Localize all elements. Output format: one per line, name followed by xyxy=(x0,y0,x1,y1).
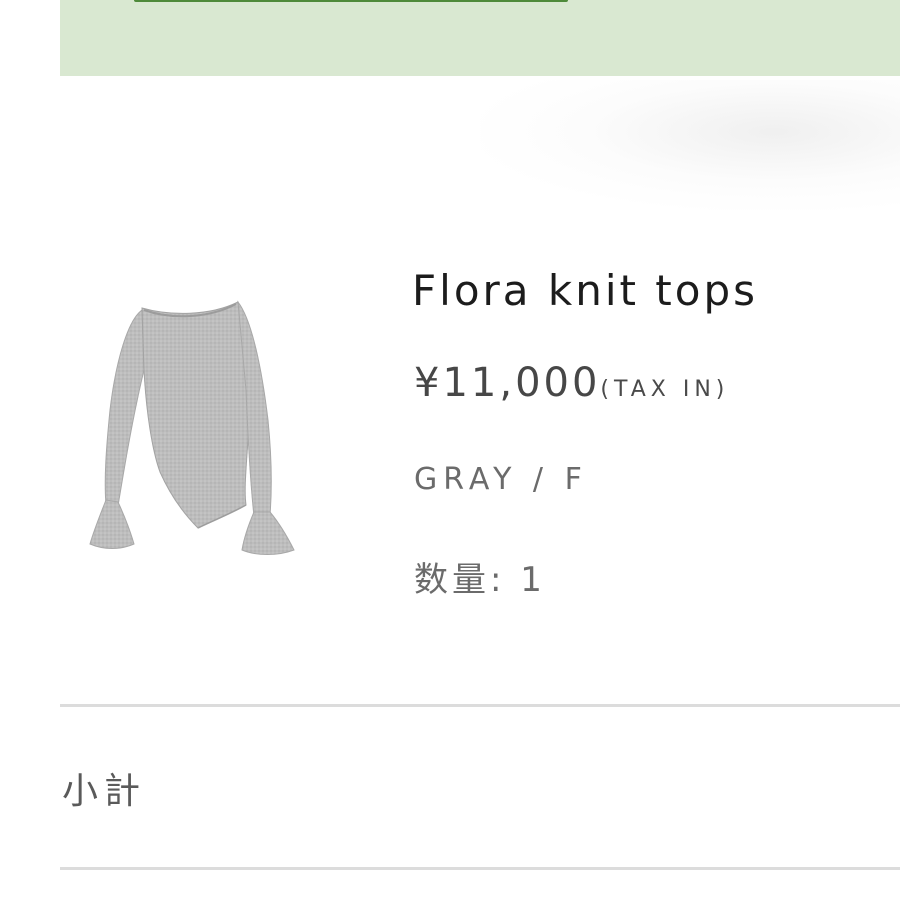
product-name[interactable]: Flora knit tops xyxy=(412,266,758,315)
sweater-icon xyxy=(89,300,295,555)
price-line: ¥11,000(TAX IN) xyxy=(414,360,729,406)
top-banner xyxy=(60,0,900,76)
banner-action-button[interactable] xyxy=(134,0,568,2)
product-quantity: 数量: 1 xyxy=(414,560,546,600)
product-price: ¥11,000 xyxy=(414,360,601,406)
divider xyxy=(60,704,900,707)
divider xyxy=(60,867,900,870)
subtotal-label: 小計 xyxy=(62,771,147,812)
cart-page: Flora knit tops ¥11,000(TAX IN) GRAY / F… xyxy=(0,0,900,900)
background-shade xyxy=(480,80,900,210)
tax-note: (TAX IN) xyxy=(600,377,730,402)
product-variant: GRAY / F xyxy=(414,462,588,497)
product-image[interactable] xyxy=(80,300,310,570)
